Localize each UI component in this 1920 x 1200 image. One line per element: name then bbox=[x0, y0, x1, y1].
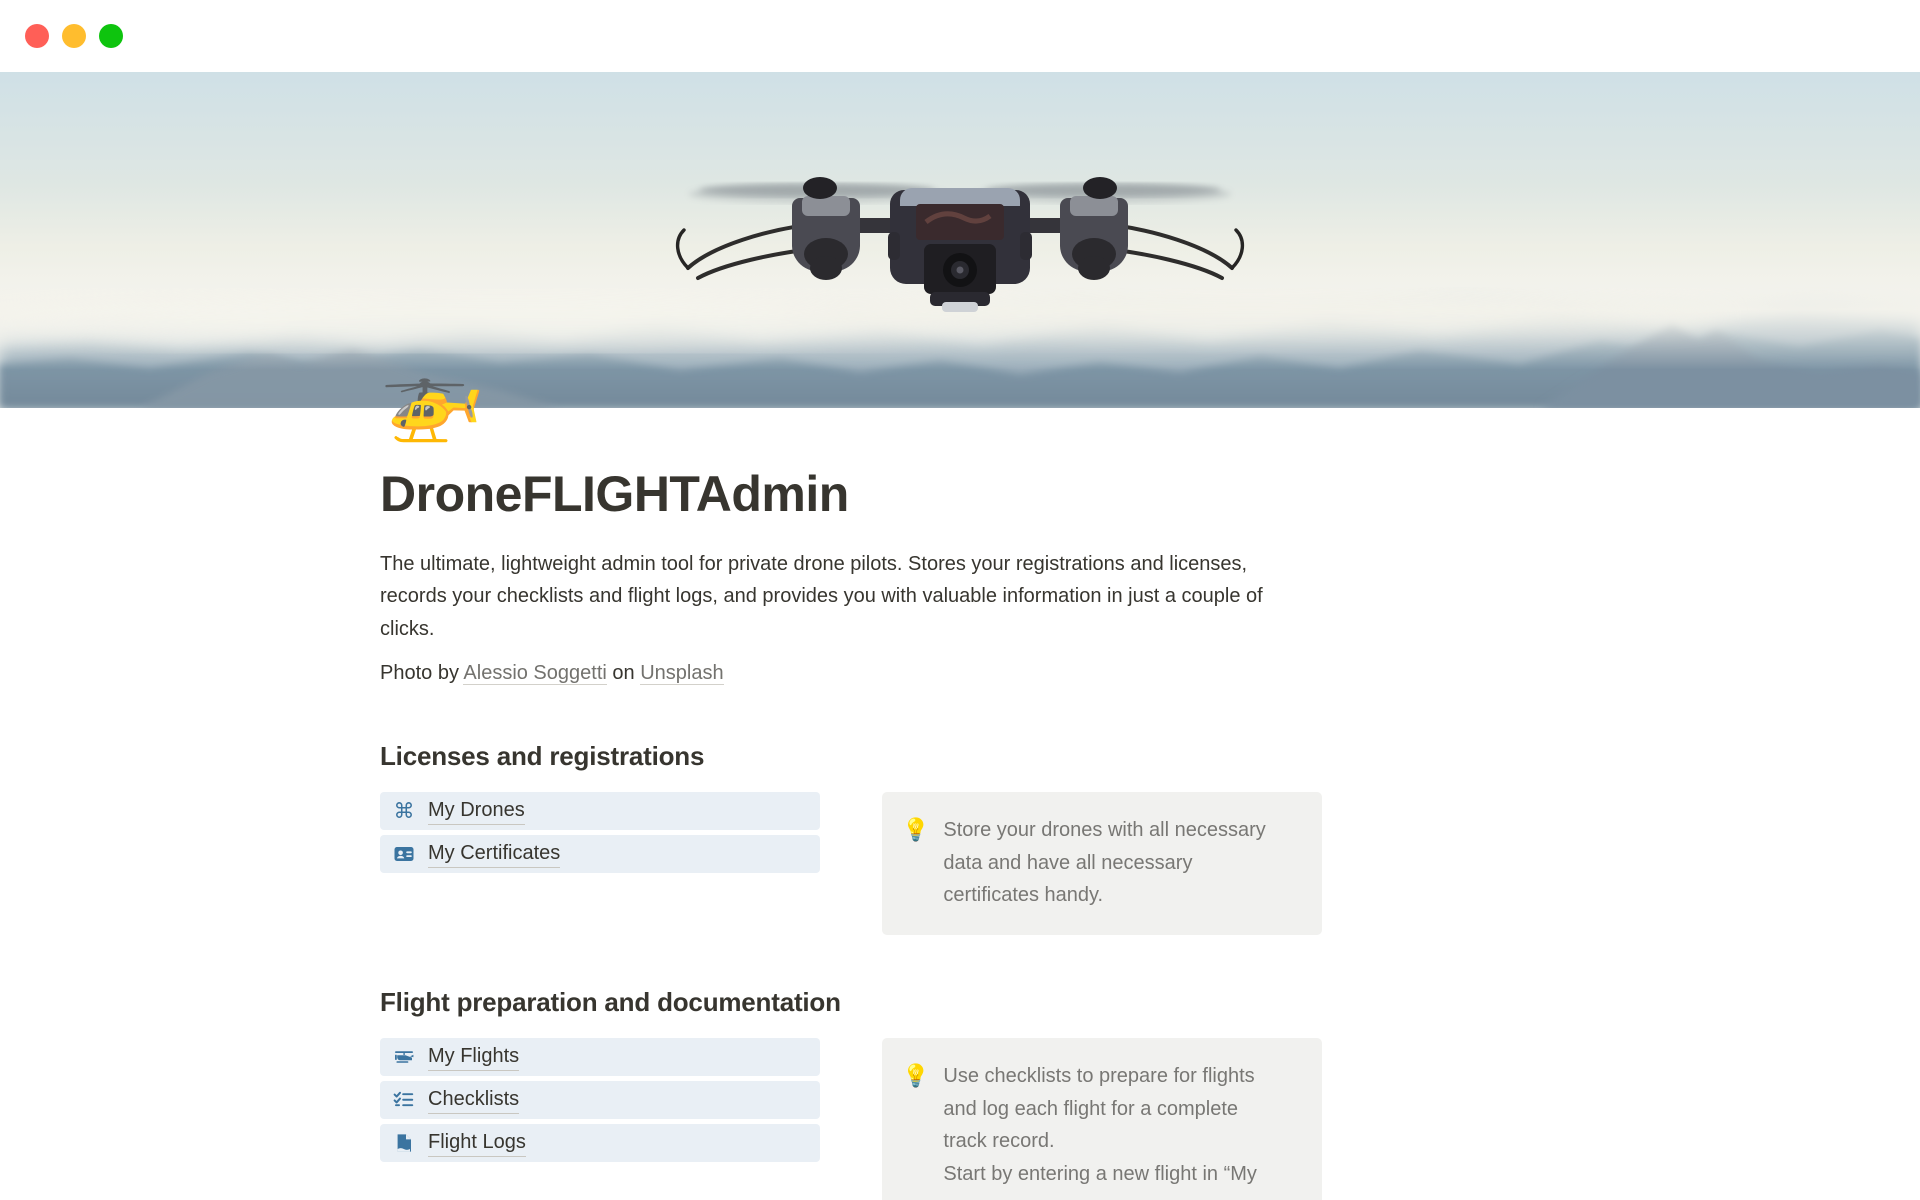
callout-flight-prep: 💡 Use checklists to prepare for flights … bbox=[882, 1038, 1322, 1200]
callout-box: 💡 Store your drones with all necessary d… bbox=[882, 792, 1322, 936]
cover-image[interactable] bbox=[0, 72, 1920, 408]
link-list-licenses: ⌘ My Drones My Certificates bbox=[380, 792, 820, 878]
section-heading-flight-prep: Flight preparation and documentation bbox=[380, 987, 841, 1018]
page-title: DroneFLIGHTAdmin bbox=[380, 466, 849, 522]
link-card-label: Checklists bbox=[428, 1086, 520, 1115]
credit-prefix: Photo by bbox=[380, 662, 464, 685]
callout-line: Store your drones with all necessary bbox=[943, 819, 1266, 842]
minimize-window-button[interactable] bbox=[62, 24, 86, 48]
link-card-label: Flight Logs bbox=[428, 1129, 526, 1158]
unsplash-link[interactable]: Unsplash bbox=[640, 662, 724, 686]
section-heading-licenses: Licenses and registrations bbox=[380, 741, 705, 772]
checklist-icon bbox=[393, 1089, 415, 1111]
callout-text: Store your drones with all necessary dat… bbox=[943, 814, 1265, 911]
callout-line: data and have all necessary bbox=[943, 851, 1193, 874]
callout-line: Start by entering a new flight in “My bbox=[943, 1162, 1257, 1185]
section-columns-licenses: ⌘ My Drones My Certificates 💡 Store your… bbox=[380, 792, 1540, 936]
link-card-my-flights[interactable]: My Flights bbox=[380, 1038, 820, 1077]
id-card-icon bbox=[393, 843, 415, 865]
callout-line: and log each flight for a complete bbox=[943, 1097, 1239, 1120]
section-columns-flight-prep: My Flights Checklists Flight Logs 💡 Use … bbox=[380, 1038, 1540, 1200]
link-card-label: My Drones bbox=[428, 797, 525, 826]
helicopter-icon bbox=[393, 1046, 415, 1068]
callout-licenses: 💡 Store your drones with all necessary d… bbox=[882, 792, 1322, 936]
page-body: 🚁 DroneFLIGHTAdmin The ultimate, lightwe… bbox=[0, 354, 1920, 1200]
callout-line: track record. bbox=[943, 1130, 1055, 1153]
callout-box: 💡 Use checklists to prepare for flights … bbox=[882, 1038, 1322, 1200]
lightbulb-emoji: 💡 bbox=[902, 1063, 930, 1089]
callout-line: Use checklists to prepare for flights bbox=[943, 1065, 1255, 1088]
photographer-link[interactable]: Alessio Soggetti bbox=[463, 662, 607, 686]
credit-middle: on bbox=[606, 662, 641, 685]
app-window: 🚁 DroneFLIGHTAdmin The ultimate, lightwe… bbox=[0, 0, 1920, 1200]
traffic-light-group bbox=[25, 24, 123, 48]
callout-line: certificates handy. bbox=[943, 883, 1104, 906]
lightbulb-emoji: 💡 bbox=[902, 817, 930, 843]
helicopter-emoji[interactable]: 🚁 bbox=[380, 354, 485, 438]
close-window-button[interactable] bbox=[25, 24, 49, 48]
link-list-flight-prep: My Flights Checklists Flight Logs bbox=[380, 1038, 820, 1167]
link-card-label: My Flights bbox=[428, 1043, 520, 1072]
link-card-flight-logs[interactable]: Flight Logs bbox=[380, 1124, 820, 1163]
cover-image-graphic bbox=[0, 72, 1920, 408]
link-card-checklists[interactable]: Checklists bbox=[380, 1081, 820, 1120]
link-card-label: My Certificates bbox=[428, 840, 561, 869]
window-titlebar bbox=[0, 0, 1920, 72]
command-icon: ⌘ bbox=[393, 799, 415, 823]
document-icon bbox=[393, 1132, 415, 1154]
link-card-my-certificates[interactable]: My Certificates bbox=[380, 835, 820, 874]
maximize-window-button[interactable] bbox=[99, 24, 123, 48]
link-card-my-drones[interactable]: ⌘ My Drones bbox=[380, 792, 820, 831]
page-content: 🚁 DroneFLIGHTAdmin The ultimate, lightwe… bbox=[380, 354, 1540, 1200]
callout-text: Use checklists to prepare for flights an… bbox=[943, 1060, 1256, 1190]
page-description: The ultimate, lightweight admin tool for… bbox=[380, 553, 1263, 640]
photo-credit: Photo by Alessio Soggetti on Unsplash bbox=[380, 657, 1540, 689]
